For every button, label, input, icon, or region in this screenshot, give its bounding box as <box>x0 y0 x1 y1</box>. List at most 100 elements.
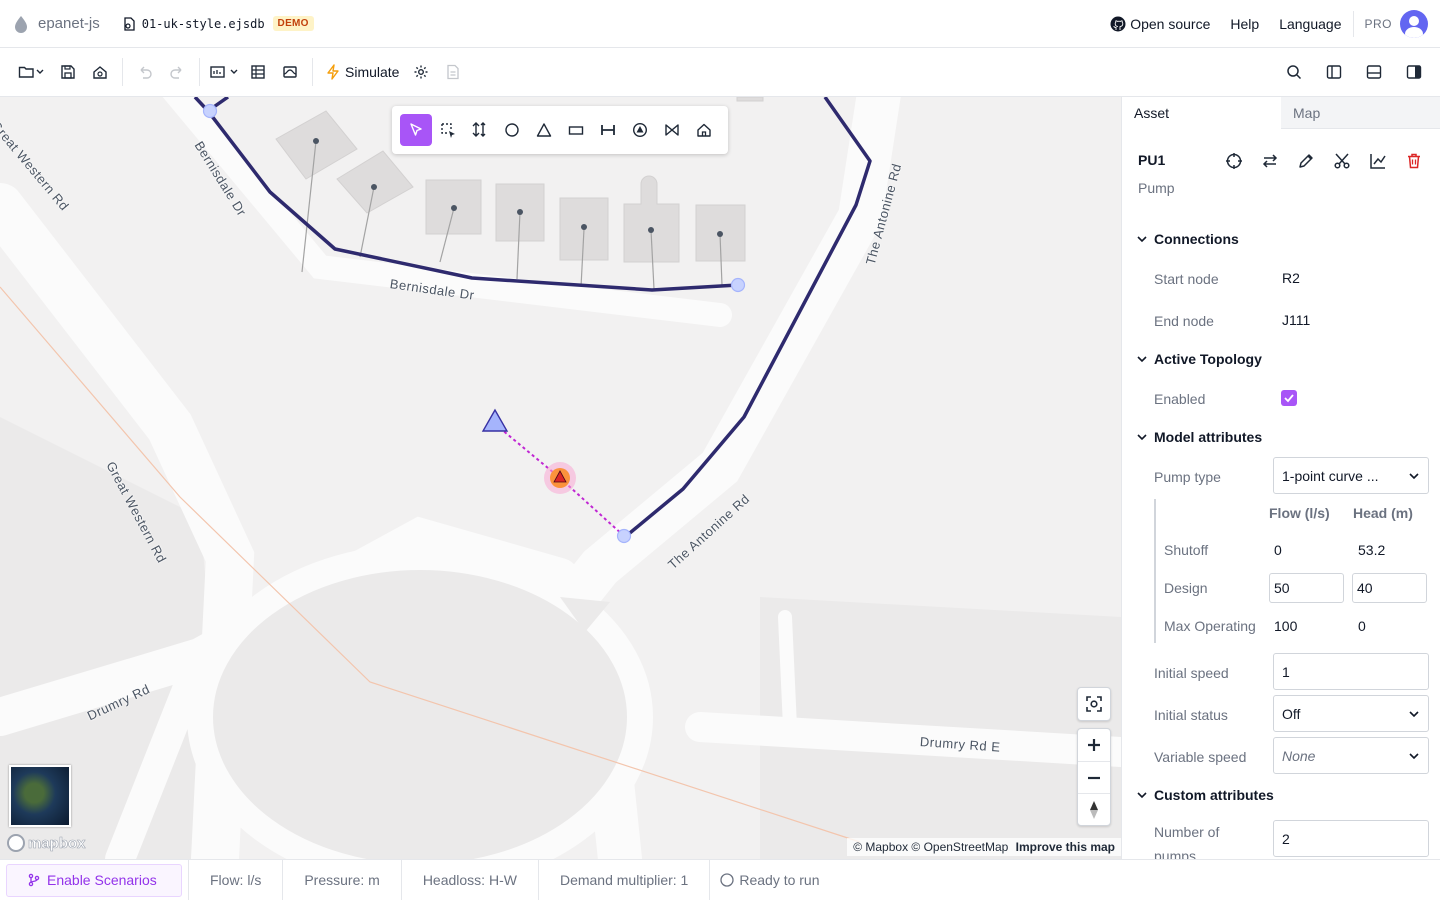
file-name-area[interactable]: 01-uk-style.ejsdb DEMO <box>122 16 314 31</box>
customer-tool-button[interactable] <box>688 114 720 146</box>
mapbox-logo[interactable]: mapbox <box>7 834 86 852</box>
split-link-button[interactable] <box>1324 147 1360 175</box>
map-layers-button[interactable] <box>274 56 306 88</box>
mapbox-logo-icon <box>7 834 25 852</box>
undo-button[interactable] <box>129 56 161 88</box>
report-icon <box>447 64 460 80</box>
chevron-down-icon <box>1137 356 1147 363</box>
asset-id: PU1 <box>1138 152 1166 168</box>
reshape-icon <box>472 122 486 137</box>
asset-panel: Asset Map PU1 Pump Connections Start nod… <box>1121 97 1440 859</box>
chevron-down-icon <box>1409 752 1419 759</box>
section-custom-attributes[interactable]: Custom attributes <box>1136 787 1274 803</box>
reshape-tool-button[interactable] <box>464 114 496 146</box>
status-circle-icon <box>720 873 734 887</box>
user-avatar[interactable] <box>1400 10 1428 38</box>
improve-map-link[interactable]: Improve this map <box>1016 840 1115 854</box>
attribution-text: © Mapbox © OpenStreetMap <box>853 840 1009 854</box>
toggle-left-panel-button[interactable] <box>1314 56 1354 88</box>
enabled-label: Enabled <box>1154 391 1206 407</box>
zoom-to-asset-button[interactable] <box>1216 147 1252 175</box>
design-flow-value: 50 <box>1274 580 1290 596</box>
language-link[interactable]: Language <box>1279 16 1341 32</box>
junction-icon <box>505 123 519 137</box>
variable-speed-label: Variable speed <box>1154 749 1247 765</box>
import-menu-button[interactable] <box>206 56 242 88</box>
simulate-button[interactable]: Simulate <box>319 64 405 80</box>
junction-tool-button[interactable] <box>496 114 528 146</box>
design-head-value: 40 <box>1357 580 1373 596</box>
design-head-input[interactable]: 40 <box>1352 573 1427 603</box>
reservoir-icon <box>536 123 552 137</box>
zoom-in-button[interactable] <box>1078 729 1110 761</box>
enabled-checkbox[interactable] <box>1281 390 1297 406</box>
enable-scenarios-button[interactable]: Enable Scenarios <box>6 863 182 897</box>
tab-map[interactable]: Map <box>1281 97 1440 129</box>
shutoff-flow: 0 <box>1274 542 1282 558</box>
simulation-status: Ready to run <box>709 859 840 900</box>
lasso-select-tool-button[interactable] <box>432 114 464 146</box>
number-of-pumps-input[interactable]: 2 <box>1273 820 1429 857</box>
pump-type-label: Pump type <box>1154 469 1221 485</box>
report-button[interactable] <box>437 56 469 88</box>
select-tool-button[interactable] <box>400 114 432 146</box>
file-icon <box>124 16 135 31</box>
open-source-link[interactable]: Open source <box>1110 16 1210 32</box>
toggle-bottom-panel-button[interactable] <box>1354 56 1394 88</box>
edit-vertices-button[interactable] <box>1288 147 1324 175</box>
save-button[interactable] <box>52 56 84 88</box>
section-active-topology[interactable]: Active Topology <box>1136 351 1262 367</box>
pipe-tool-button[interactable] <box>592 114 624 146</box>
open-source-label: Open source <box>1130 16 1211 32</box>
section-title: Active Topology <box>1154 351 1262 367</box>
left-panel-icon <box>1326 65 1342 79</box>
tank-icon <box>568 126 584 135</box>
simulation-settings-button[interactable] <box>405 56 437 88</box>
house-icon <box>697 123 711 137</box>
curve-row-label: Shutoff <box>1164 542 1209 558</box>
reservoir-tool-button[interactable] <box>528 114 560 146</box>
demand-multiplier[interactable]: Demand multiplier: 1 <box>537 859 709 900</box>
pump-tool-button[interactable] <box>624 114 656 146</box>
folder-menu-button[interactable] <box>14 56 48 88</box>
section-connections[interactable]: Connections <box>1136 231 1239 247</box>
demo-badge: DEMO <box>272 16 314 31</box>
headloss-formula[interactable]: Headloss: H-W <box>400 859 538 900</box>
pressure-units[interactable]: Pressure: m <box>282 859 400 900</box>
end-node-label: End node <box>1154 313 1214 329</box>
map-canvas[interactable]: Great Western Rd Bernisdale Dr Bernisdal… <box>0 97 1121 859</box>
redo-button[interactable] <box>161 56 193 88</box>
valve-tool-button[interactable] <box>656 114 688 146</box>
save-as-button[interactable] <box>84 56 116 88</box>
cursor-icon <box>410 123 422 136</box>
toggle-right-panel-button[interactable] <box>1394 56 1434 88</box>
pump-type-select[interactable]: 1-point curve ... <box>1273 457 1429 494</box>
initial-status-select[interactable]: Off <box>1273 695 1429 732</box>
section-model-attributes[interactable]: Model attributes <box>1136 429 1262 445</box>
chevron-down-icon <box>1409 472 1419 479</box>
tank-tool-button[interactable] <box>560 114 592 146</box>
variable-speed-select[interactable]: None <box>1273 737 1429 774</box>
compass-button[interactable] <box>1078 793 1110 825</box>
status-bar: Enable Scenarios Flow: l/s Pressure: m H… <box>0 859 1440 900</box>
reverse-link-button[interactable] <box>1252 147 1288 175</box>
view-chart-button[interactable] <box>1360 147 1396 175</box>
number-of-pumps-value: 2 <box>1282 830 1290 847</box>
brand[interactable]: epanet-js <box>12 15 100 33</box>
delete-asset-button[interactable] <box>1396 147 1432 175</box>
globe-minimap[interactable] <box>9 765 71 827</box>
line-chart-icon <box>1370 154 1386 169</box>
zoom-out-button[interactable] <box>1078 761 1110 793</box>
section-title: Custom attributes <box>1154 787 1274 803</box>
initial-speed-input[interactable]: 1 <box>1273 653 1429 690</box>
search-button[interactable] <box>1274 56 1314 88</box>
chevron-down-icon <box>1409 710 1419 717</box>
zoom-to-fit-button[interactable] <box>1078 688 1110 720</box>
tab-asset[interactable]: Asset <box>1122 97 1281 129</box>
header-divider <box>1353 11 1355 37</box>
design-flow-input[interactable]: 50 <box>1269 573 1344 603</box>
help-link[interactable]: Help <box>1230 16 1259 32</box>
chevron-down-icon <box>1137 792 1147 799</box>
data-table-button[interactable] <box>242 56 274 88</box>
flow-units[interactable]: Flow: l/s <box>188 859 282 900</box>
